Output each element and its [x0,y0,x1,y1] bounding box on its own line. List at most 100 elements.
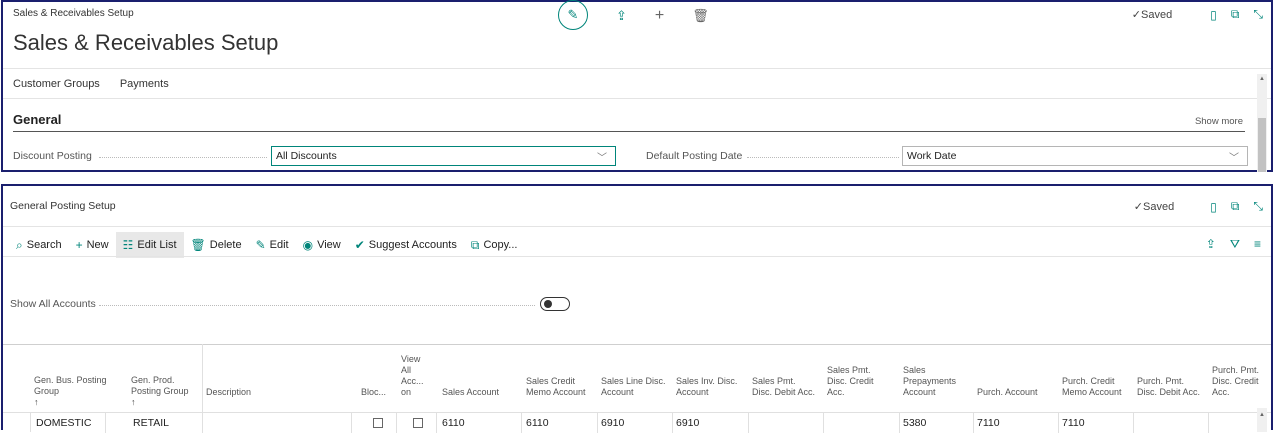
divider [3,68,1271,69]
general-posting-setup-page: General Posting Setup ✓Saved ▯ ⧉ ⤡ ⌕ Sea… [1,184,1273,433]
pencil-icon: ✎ [255,238,266,252]
new-button[interactable]: + New [69,232,116,258]
bookmark-icon[interactable]: ▯ [1210,200,1217,214]
column-divider [973,413,974,433]
column-header-sales-credit-memo-account[interactable]: Sales Credit Memo Account [526,376,586,398]
tab-payments[interactable]: Payments [120,78,169,90]
pencil-icon: ✎ [567,7,579,22]
column-header-purch-account[interactable]: Purch. Account [977,387,1047,398]
cell-sales-prepayments-account[interactable]: 5380 [903,417,926,429]
column-divider [351,413,352,433]
column-divider [436,413,437,433]
list-view-icon[interactable]: ≡ [1254,237,1261,252]
show-all-accounts-label: Show All Accounts [10,298,96,310]
cell-purch-credit-memo-account[interactable]: 7110 [1062,417,1085,429]
column-header-sales-prepayments-account[interactable]: Sales Prepayments Account [903,365,967,398]
column-header-purch-credit-memo-account[interactable]: Purch. Credit Memo Account [1062,376,1126,398]
discount-posting-select[interactable]: All Discounts ﹀ [271,146,616,166]
saved-status: ✓Saved [1133,201,1175,213]
open-new-window-icon[interactable]: ⧉ [1231,7,1240,22]
default-posting-date-select[interactable]: Work Date ﹀ [902,146,1248,166]
column-divider [672,413,673,433]
edit-list-button[interactable]: ☷ Edit List [115,232,184,258]
vertical-scrollbar[interactable]: ▲ [1257,74,1267,172]
scroll-up-icon[interactable]: ▲ [1259,412,1265,418]
column-divider [597,413,598,433]
column-divider [899,413,900,433]
column-header-blocked[interactable]: Bloc... [361,387,387,398]
column-divider [396,413,397,433]
section-divider [13,131,1245,132]
collapse-icon[interactable]: ⤡ [1253,7,1263,22]
scroll-up-icon[interactable]: ▲ [1259,76,1265,82]
open-new-window-icon[interactable]: ⧉ [1231,199,1240,214]
column-header-purch-pmt-disc-credit-acc[interactable]: Purch. Pmt. Disc. Credit Acc. [1212,365,1262,398]
tab-customer-groups[interactable]: Customer Groups [13,78,100,90]
edit-button[interactable]: ✎ Edit [249,232,296,258]
column-divider [1058,413,1059,433]
scrollbar-thumb[interactable] [1258,118,1266,172]
column-divider [521,413,522,433]
page-toolbar: ✎ ⇪ + 🗑 [558,0,709,30]
sort-ascending-icon: ↑ [34,397,39,407]
column-header-sales-pmt-disc-debit-acc[interactable]: Sales Pmt. Disc. Debit Acc. [752,376,816,398]
column-header-gen-bus-posting-group[interactable]: Gen. Bus. Posting Group ↑ [34,375,114,408]
column-header-description[interactable]: Description [206,387,266,398]
cell-purch-account[interactable]: 7110 [977,417,1000,429]
leader-dots [747,157,899,158]
blocked-checkbox[interactable] [373,418,383,428]
trash-icon: 🗑 [190,238,206,252]
column-divider [1133,413,1134,433]
section-title-general[interactable]: General [13,112,61,127]
page-status-tools: ✓Saved ▯ ⧉ ⤡ [1134,199,1263,214]
collapse-icon[interactable]: ⤡ [1253,199,1263,214]
cell-sales-credit-memo-account[interactable]: 6110 [526,417,549,429]
page-title: General Posting Setup [10,200,116,212]
column-divider [105,413,106,433]
vertical-scrollbar[interactable]: ▲ [1257,408,1267,432]
table-row[interactable]: DOMESTIC RETAIL 6110 6110 6910 6910 5380… [3,412,1271,433]
page-title: Sales & Receivables Setup [13,30,279,55]
suggest-accounts-button[interactable]: ✔ Suggest Accounts [348,232,464,258]
column-header-gen-prod-posting-group[interactable]: Gen. Prod. Posting Group ↑ [131,375,201,408]
cell-sales-inv-disc-account[interactable]: 6910 [676,417,699,429]
cell-gen-prod-posting-group[interactable]: RETAIL [133,417,169,429]
delete-button[interactable]: 🗑 Delete [184,232,249,258]
copy-button[interactable]: ⧉ Copy... [464,232,525,258]
leader-dots [99,305,535,306]
show-more-link[interactable]: Show more [1195,116,1243,127]
page-status-tools: ✓Saved ▯ ⧉ ⤡ [1132,7,1263,22]
column-header-sales-pmt-disc-credit-acc[interactable]: Sales Pmt. Disc. Credit Acc. [827,365,891,398]
divider [3,226,1271,227]
delete-icon[interactable]: 🗑 [692,8,709,24]
edit-button[interactable]: ✎ [558,0,588,30]
column-header-sales-account[interactable]: Sales Account [442,387,512,398]
cell-sales-line-disc-account[interactable]: 6910 [601,417,624,429]
view-all-accounts-checkbox[interactable] [413,418,423,428]
sales-receivables-setup-page: Sales & Receivables Setup ✎ ⇪ + 🗑 ✓Saved… [1,0,1273,172]
share-icon[interactable]: ⇪ [1206,237,1216,252]
column-divider [1208,413,1209,433]
search-button[interactable]: ⌕ Search [9,232,69,258]
column-divider [748,413,749,433]
column-header-sales-line-disc-account[interactable]: Sales Line Disc. Account [601,376,671,398]
show-all-accounts-toggle[interactable] [540,297,570,311]
column-header-sales-inv-disc-account[interactable]: Sales Inv. Disc. Account [676,376,746,398]
cell-gen-bus-posting-group[interactable]: DOMESTIC [36,417,91,429]
new-icon[interactable]: + [655,7,664,25]
edit-list-icon: ☷ [122,238,134,252]
filter-icon[interactable]: ⛛ [1230,237,1240,252]
column-header-view-all-accounts[interactable]: View All Acc... on [401,354,427,398]
cell-sales-account[interactable]: 6110 [442,417,465,429]
view-button[interactable]: ◉ View [296,232,348,258]
discount-posting-value: All Discounts [276,150,337,162]
bookmark-icon[interactable]: ▯ [1210,8,1217,22]
saved-status: ✓Saved [1131,9,1173,21]
share-icon[interactable]: ⇪ [616,8,627,24]
column-divider [202,413,203,433]
search-icon: ⌕ [16,237,23,252]
column-header-purch-pmt-disc-debit-acc[interactable]: Purch. Pmt. Disc. Debit Acc. [1137,376,1201,398]
divider [3,256,1271,257]
check-circle-icon: ✔ [354,238,365,252]
breadcrumb: Sales & Receivables Setup [13,8,134,19]
